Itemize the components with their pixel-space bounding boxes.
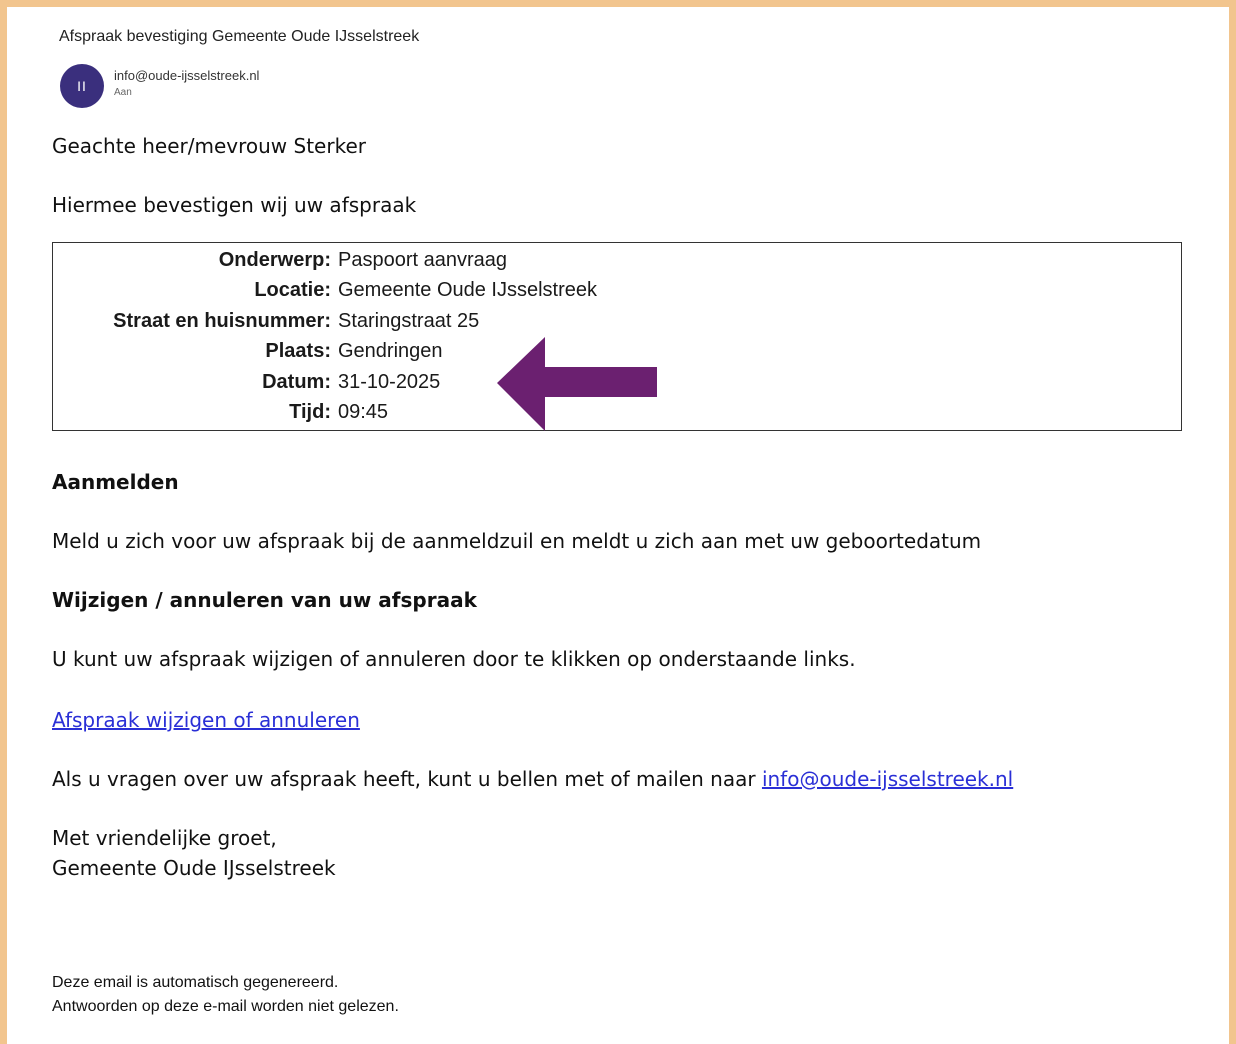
- change-link-line: Afspraak wijzigen of annuleren: [52, 708, 360, 732]
- intro-text: Hiermee bevestigen wij uw afspraak: [52, 193, 417, 217]
- detail-label: Plaats:: [265, 340, 331, 362]
- contact-text: Als u vragen over uw afspraak heeft, kun…: [52, 767, 762, 791]
- detail-label: Locatie:: [254, 279, 331, 301]
- footer-line-2: Antwoorden op deze e-mail worden niet ge…: [52, 998, 399, 1015]
- wijzigen-text: U kunt uw afspraak wijzigen of annuleren…: [52, 647, 856, 671]
- greeting: Geachte heer/mevrouw Sterker: [52, 134, 366, 158]
- detail-value: 09:45: [338, 401, 389, 423]
- detail-label: Straat en huisnummer:: [113, 310, 331, 332]
- detail-label: Datum:: [262, 371, 331, 393]
- detail-value: Paspoort aanvraag: [338, 249, 508, 271]
- section-heading-aanmelden: Aanmelden: [52, 470, 179, 494]
- contact-email-link[interactable]: info@oude-ijsselstreek.nl: [762, 767, 1013, 791]
- footer-line-1: Deze email is automatisch gegenereerd.: [52, 974, 339, 991]
- detail-label: Onderwerp:: [218, 249, 331, 271]
- to-label: Aan: [114, 87, 132, 98]
- detail-label: Tijd:: [289, 401, 331, 423]
- section-heading-wijzigen: Wijzigen / annuleren van uw afspraak: [52, 588, 477, 612]
- arrow-left-icon: [497, 337, 657, 431]
- sender-address[interactable]: info@oude-ijsselstreek.nl: [114, 68, 259, 83]
- detail-value: Gemeente Oude IJsselstreek: [338, 279, 598, 301]
- closing: Met vriendelijke groet,: [52, 826, 277, 850]
- signature: Gemeente Oude IJsselstreek: [52, 856, 336, 880]
- detail-value: 31-10-2025: [338, 371, 441, 393]
- detail-value: Gendringen: [338, 340, 443, 362]
- aanmelden-text: Meld u zich voor uw afspraak bij de aanm…: [52, 529, 982, 553]
- avatar[interactable]: II: [60, 64, 104, 108]
- contact-line: Als u vragen over uw afspraak heeft, kun…: [52, 767, 1013, 791]
- change-appointment-link[interactable]: Afspraak wijzigen of annuleren: [52, 708, 360, 732]
- email-subject: Afspraak bevestiging Gemeente Oude IJsse…: [59, 28, 420, 45]
- detail-value: Staringstraat 25: [338, 310, 480, 332]
